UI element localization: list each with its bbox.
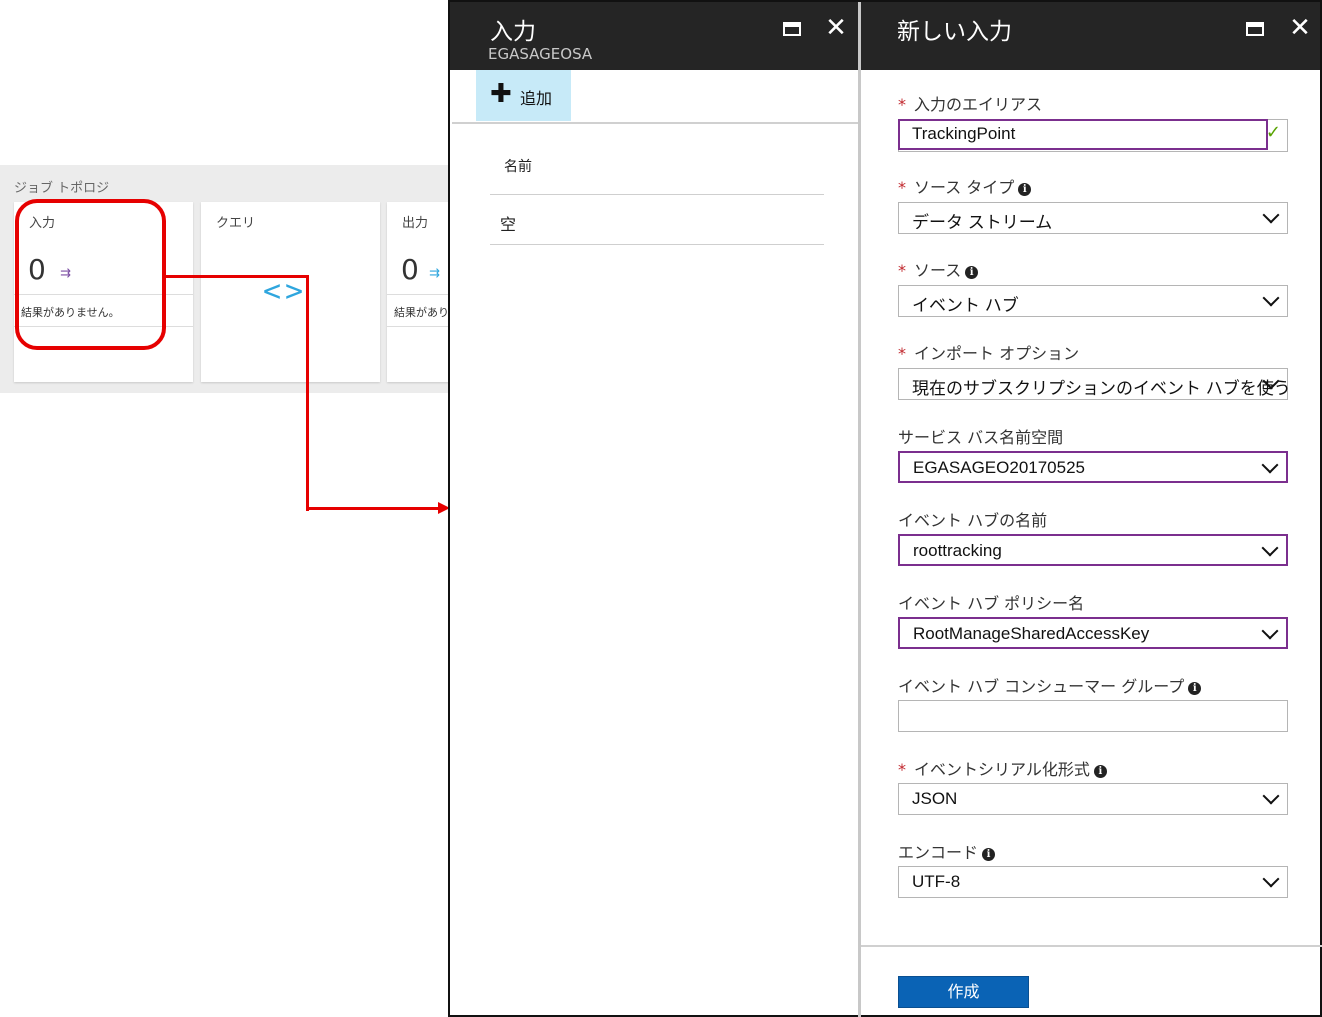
list-divider (490, 244, 824, 245)
consumer-group-label: イベント ハブ コンシューマー グループ i (898, 673, 1202, 697)
info-icon[interactable]: i (1093, 765, 1107, 778)
check-icon: ✓ (1265, 122, 1281, 143)
maximize-button[interactable] (1241, 14, 1269, 42)
event-hub-name-value: roottracking (913, 541, 1002, 560)
output-arrow-icon: ⇉ (429, 266, 440, 281)
output-tile[interactable]: 出力 0 ⇉ 結果がありま (387, 202, 452, 382)
close-icon[interactable]: ✕ (822, 14, 850, 42)
consumer-group-input[interactable] (898, 700, 1288, 732)
inputs-blade-subtitle: EGASAGEOSA (488, 45, 593, 63)
encoding-select[interactable]: UTF-8 (898, 866, 1288, 898)
query-tile[interactable]: クエリ <> (201, 202, 380, 382)
topology-title: ジョブ トポロジ (14, 181, 110, 196)
list-divider (490, 194, 824, 195)
namespace-value: EGASAGEO20170525 (913, 458, 1086, 477)
info-icon[interactable]: i (1188, 682, 1202, 695)
annotation-arrow-line (166, 275, 309, 278)
input-tile-highlight (15, 199, 166, 350)
chevron-down-icon (1262, 206, 1280, 224)
query-tile-title: クエリ (216, 216, 256, 231)
add-input-button[interactable]: ✚ 追加 (476, 70, 571, 121)
source-type-value: データ ストリーム (912, 213, 1053, 232)
chevron-down-icon (1262, 289, 1280, 307)
import-option-label: * インポート オプション (898, 344, 1080, 363)
add-input-label: 追加 (520, 89, 553, 108)
chevron-down-icon (1262, 787, 1280, 805)
info-icon[interactable]: i (982, 848, 996, 861)
encoding-label: エンコード i (898, 839, 996, 863)
footer-divider (861, 945, 1322, 947)
namespace-label: サービス バス名前空間 (898, 428, 1064, 447)
new-input-blade-header: 新しい入力 ✕ (861, 2, 1320, 70)
tile-divider (387, 326, 452, 327)
source-select[interactable]: イベント ハブ (898, 285, 1288, 317)
maximize-button[interactable] (778, 14, 806, 42)
chevron-down-icon (1261, 622, 1279, 640)
plus-icon: ✚ (490, 79, 512, 109)
new-input-blade-title: 新しい入力 (897, 19, 1012, 45)
policy-name-select[interactable]: RootManageSharedAccessKey (898, 617, 1288, 649)
info-icon[interactable]: i (1018, 183, 1032, 196)
import-option-select[interactable]: 現在のサブスクリプションのイベント ハブを使う (898, 368, 1291, 400)
serialization-select[interactable]: JSON (898, 783, 1288, 815)
blade-divider (858, 2, 861, 1017)
source-value: イベント ハブ (912, 296, 1019, 315)
inputs-toolbar: ✚ 追加 (452, 70, 858, 124)
name-column-header: 名前 (504, 159, 532, 175)
event-hub-name-label: イベント ハブの名前 (898, 511, 1048, 530)
close-icon[interactable]: ✕ (1286, 14, 1314, 42)
source-type-label: * ソース タイプ i (898, 174, 1032, 198)
maximize-icon (1246, 21, 1264, 36)
alias-value: TrackingPoint (912, 124, 1016, 143)
alias-label: * 入力のエイリアス (898, 95, 1043, 114)
source-label: * ソース i (898, 257, 979, 281)
serialization-value: JSON (912, 789, 958, 808)
chevron-down-icon (1261, 456, 1279, 474)
encoding-value: UTF-8 (912, 872, 961, 891)
info-icon[interactable]: i (965, 266, 979, 279)
annotation-arrow-line (306, 275, 309, 511)
blades-container (448, 0, 1322, 1017)
chevron-down-icon (1261, 539, 1279, 557)
policy-name-value: RootManageSharedAccessKey (913, 624, 1150, 643)
output-tile-count: 0 (401, 253, 419, 286)
maximize-icon (783, 21, 801, 36)
output-tile-title: 出力 (402, 216, 429, 231)
serialization-label: * イベントシリアル化形式 i (898, 756, 1107, 780)
event-hub-name-select[interactable]: roottracking (898, 534, 1288, 566)
namespace-select[interactable]: EGASAGEO20170525 (898, 451, 1288, 483)
annotation-arrow-line (306, 507, 440, 510)
query-code-icon: <> (263, 274, 308, 309)
create-button[interactable]: 作成 (898, 976, 1029, 1008)
output-tile-status: 結果がありま (394, 306, 452, 319)
import-option-value: 現在のサブスクリプションのイベント ハブを使う (912, 379, 1291, 398)
inputs-blade-header: 入力 EGASAGEOSA ✕ (450, 2, 858, 70)
policy-name-label: イベント ハブ ポリシー名 (898, 594, 1085, 613)
chevron-down-icon (1262, 870, 1280, 888)
alias-input[interactable]: TrackingPoint ✓ (898, 119, 1288, 152)
tile-divider (387, 294, 452, 295)
empty-list-text: 空 (500, 215, 517, 234)
inputs-blade-title: 入力 (490, 19, 536, 45)
source-type-select[interactable]: データ ストリーム (898, 202, 1288, 234)
